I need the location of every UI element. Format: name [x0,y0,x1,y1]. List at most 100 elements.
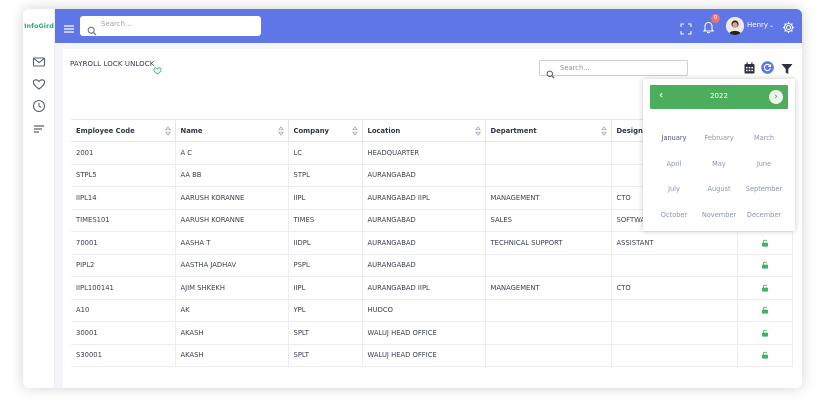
column-header-location[interactable]: Location [362,119,486,142]
cell-location: HUDCO [362,299,486,322]
app-window: InfoGird Search... 0 Henry⌄ PAYROLL LOCK… [23,9,802,388]
table-row[interactable]: A10 AK YPL HUDCO [71,299,793,322]
cell-location: WALUJ HEAD OFFICE [362,344,486,367]
cell-designation [611,344,738,367]
unlock-icon[interactable] [761,306,769,314]
cell-department [485,164,612,187]
sort-icon[interactable] [164,126,171,136]
table-search-input[interactable]: Search... [539,60,688,79]
cell-name: AK [175,299,289,322]
search-icon [546,64,555,79]
month-option-october[interactable]: October [651,211,697,219]
header-label: Employee Code [76,126,135,135]
cell-designation [611,254,738,277]
global-search-input[interactable]: Search... [80,16,261,36]
header-label: Company [293,126,329,135]
cell-code: 70001 [71,231,176,255]
column-header-department[interactable]: Department [485,119,612,142]
app-logo[interactable]: InfoGird [23,9,55,43]
month-option-june[interactable]: June [741,160,787,168]
year-label[interactable]: 2022 [650,92,788,100]
cell-department: MANAGEMENT [485,276,612,300]
cell-department [485,344,612,367]
user-name-dropdown[interactable]: Henry⌄ [747,21,774,29]
mail-icon[interactable] [32,54,46,68]
cell-designation [611,299,738,322]
cell-name: AARUSH KORANNE [175,186,289,210]
table-row[interactable]: 70001 AASHA T IIDPL AURANGABAD TECHNICAL SUP… [71,231,793,255]
month-option-november[interactable]: November [696,211,742,219]
table-search-placeholder: Search... [560,64,590,72]
month-option-december[interactable]: December [741,211,787,219]
sort-icon[interactable] [277,126,284,136]
top-navbar: Search... 0 Henry⌄ [55,9,802,43]
unlock-icon[interactable] [761,239,769,247]
month-picker-popup: ‹ 2022 › January February March April May Jun… [643,79,795,231]
next-year-button[interactable]: › [769,90,783,104]
gear-icon[interactable] [782,19,795,33]
cell-code: 2001 [71,141,176,165]
unlock-icon[interactable] [761,284,769,292]
cell-company: IIPL [288,276,363,300]
table-row[interactable]: S30001 AKASH SPLT WALUJ HEAD OFFICE [71,344,793,367]
avatar[interactable] [726,17,744,35]
cell-location: AURANGABAD [362,164,486,187]
favorite-heart-icon[interactable] [153,60,162,75]
month-option-march[interactable]: March [741,134,787,142]
unlock-icon[interactable] [761,261,769,269]
page-title: PAYROLL LOCK UNLOCK [70,60,155,68]
filter-icon[interactable] [781,60,793,74]
cell-company: LC [288,141,363,165]
global-search-placeholder: Search... [101,20,132,28]
cell-code: TIMES101 [71,209,176,232]
lock-cell [737,344,793,367]
month-option-may[interactable]: May [696,160,742,168]
header-label: Department [490,126,537,135]
table-row[interactable]: IIPL100141 AJIM SHKEKH IIPL AURANGABAD IIPL… [71,276,793,300]
clock-icon[interactable] [32,98,46,113]
month-option-august[interactable]: August [696,185,742,193]
lock-cell [737,299,793,322]
refresh-icon[interactable] [761,59,774,74]
cell-location: WALUJ HEAD OFFICE [362,321,486,345]
chevron-down-icon: ⌄ [769,22,775,29]
cell-code: S30001 [71,344,176,367]
calendar-icon[interactable] [744,59,755,74]
cell-company: TIMES [288,209,363,232]
sort-icon[interactable] [600,126,607,136]
sort-icon[interactable] [474,126,481,136]
cell-name: A C [175,141,289,165]
table-row[interactable]: PIPL2 AASTHA JADHAV PSPL AURANGABAD [71,254,793,277]
cell-company: PSPL [288,254,363,277]
month-option-september[interactable]: September [741,185,787,193]
sort-icon[interactable] [351,126,358,136]
header-label: Name [180,126,203,135]
user-name: Henry [747,21,769,29]
cell-company: IIPL [288,186,363,210]
notification-badge: 0 [711,14,720,23]
cell-code: IIPL14 [71,186,176,210]
cell-code: IIPL100141 [71,276,176,300]
column-header-company[interactable]: Company [288,119,363,142]
table-row[interactable]: 30001 AKASH SPLT WALUJ HEAD OFFICE [71,321,793,345]
lock-cell [737,276,793,300]
heart-icon[interactable] [32,76,46,90]
hamburger-menu-icon[interactable] [63,20,75,33]
list-icon[interactable] [32,121,46,135]
cell-location: AURANGABAD IIPL [362,276,486,300]
unlock-icon[interactable] [761,351,769,359]
fullscreen-icon[interactable] [680,20,692,35]
cell-location: AURANGABAD IIPL [362,186,486,210]
cell-department: MANAGEMENT [485,186,612,210]
month-option-july[interactable]: July [651,185,697,193]
cell-code: PIPL2 [71,254,176,277]
cell-designation: ASSISTANT [611,231,738,255]
month-option-february[interactable]: February [696,134,742,142]
month-option-april[interactable]: April [651,160,697,168]
column-header-name[interactable]: Name [175,119,289,142]
month-option-january[interactable]: January [651,134,697,142]
cell-company: STPL [288,164,363,187]
month-picker-header: ‹ 2022 › [650,85,788,109]
unlock-icon[interactable] [761,329,769,337]
column-header-employee-code[interactable]: Employee Code [71,119,176,142]
